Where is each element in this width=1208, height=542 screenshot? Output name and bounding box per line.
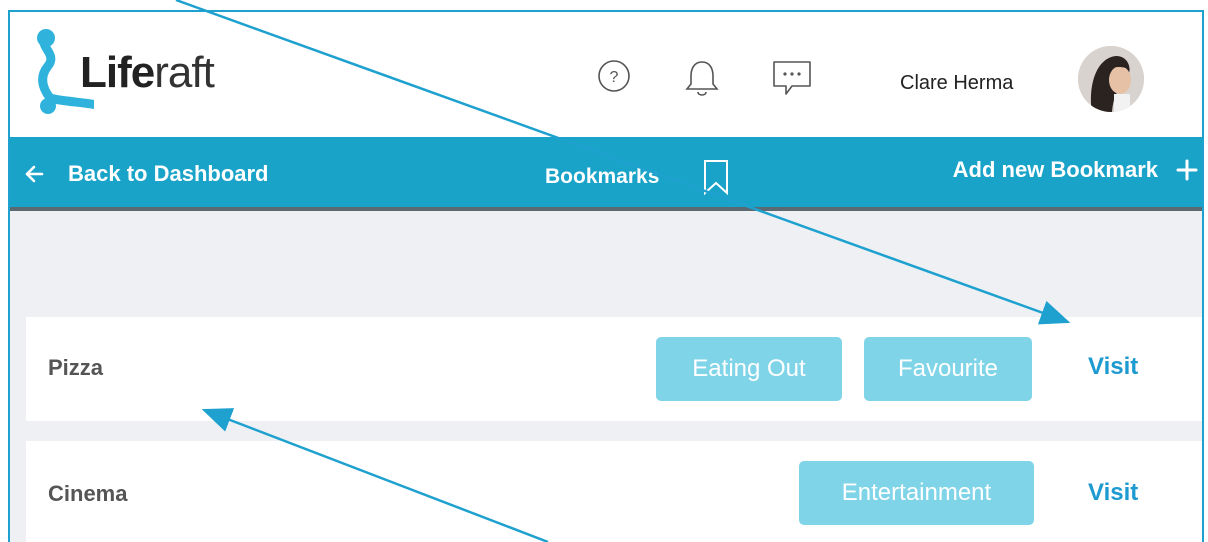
bookmark-title: Pizza: [48, 355, 104, 380]
chat-bubble-icon[interactable]: [770, 56, 811, 96]
visit-link[interactable]: Visit: [1088, 479, 1138, 507]
tag-eating-out[interactable]: Eating Out: [656, 337, 842, 401]
back-to-dashboard-button[interactable]: Back to Dashboard: [24, 157, 269, 191]
avatar[interactable]: [1078, 46, 1144, 112]
bookmark-card: Pizza Eating Out Favourite Visit: [26, 317, 1202, 421]
logo-bold: Life: [80, 48, 155, 97]
add-new-bookmark-button[interactable]: Add new Bookmark: [953, 157, 1198, 183]
bookmark-card: Cinema Entertainment Visit: [26, 441, 1202, 542]
app-window: Liferaft ? Clare Herma Back to Dashboard…: [8, 10, 1204, 542]
arrow-left-icon: [25, 165, 44, 183]
bookmark-title: Cinema: [48, 481, 128, 506]
tag-entertainment[interactable]: Entertainment: [799, 461, 1034, 525]
logo-wordmark: Liferaft: [80, 48, 215, 98]
back-to-dashboard-label: Back to Dashboard: [68, 161, 269, 186]
app-header: Liferaft ? Clare Herma: [10, 12, 1202, 137]
bookmark-icon: [704, 160, 729, 196]
bookmarks-list: Pizza Eating Out Favourite Visit Cinema …: [10, 211, 1202, 542]
svg-text:?: ?: [610, 69, 619, 86]
bell-icon[interactable]: [682, 56, 722, 96]
logo-light: raft: [154, 48, 215, 97]
visit-link[interactable]: Visit: [1088, 353, 1138, 381]
bookmarks-heading: Bookmarks: [545, 157, 733, 197]
user-name[interactable]: Clare Herma: [900, 72, 1013, 95]
liferaft-logo[interactable]: Liferaft: [24, 28, 254, 138]
bookmarks-navbar: Back to Dashboard Bookmarks Add new Book…: [10, 137, 1202, 211]
tag-favourite[interactable]: Favourite: [864, 337, 1032, 401]
plus-icon: [1176, 159, 1198, 181]
help-circle-icon[interactable]: ?: [594, 56, 634, 96]
add-new-bookmark-label: Add new Bookmark: [952, 157, 1158, 182]
bookmarks-title: Bookmarks: [545, 165, 660, 188]
